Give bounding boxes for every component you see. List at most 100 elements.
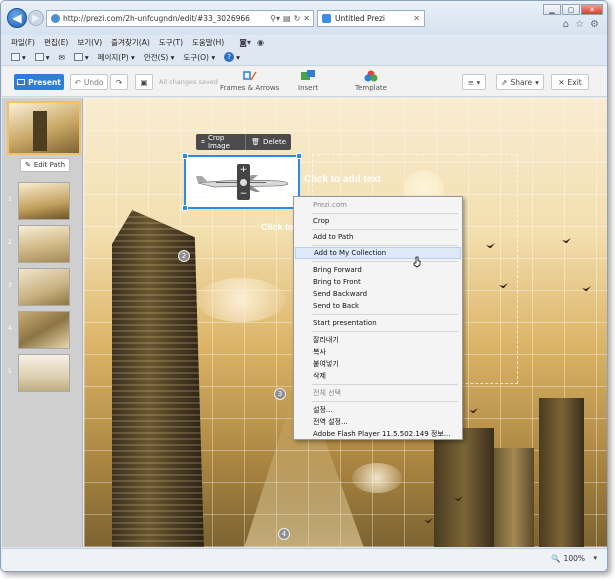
menu-tools[interactable]: 도구(T): [159, 37, 183, 48]
menu-help[interactable]: 도움말(H): [192, 37, 224, 48]
trash-icon: 🗑: [251, 138, 260, 146]
resize-handle[interactable]: [182, 153, 188, 159]
command-page[interactable]: 페이지(P) ▾: [98, 52, 135, 63]
menu-item-flash-info[interactable]: Adobe Flash Player 11.5.502.149 정보...: [295, 428, 461, 440]
redo-button[interactable]: ↷: [110, 74, 128, 90]
menu-item-add-to-collection[interactable]: Add to My Collection: [295, 247, 461, 259]
menu-item-add-to-path[interactable]: Add to Path: [295, 231, 461, 243]
more-menu-button[interactable]: ≡ ▾: [462, 74, 486, 90]
move-hand-icon[interactable]: [240, 178, 247, 186]
menu-item-delete[interactable]: 삭제: [295, 370, 461, 382]
menu-edit[interactable]: 편집(E): [44, 37, 68, 48]
delete-image-button[interactable]: 🗑 Delete: [246, 134, 291, 150]
menu-item-paste[interactable]: 붙여넣기: [295, 358, 461, 370]
zoom-dropdown-icon[interactable]: ▾: [593, 554, 597, 562]
menu-item-select-all[interactable]: 전체 선택: [295, 387, 461, 399]
path-marker-4[interactable]: 4: [278, 528, 290, 540]
frames-arrows-tool[interactable]: Frames & Arrows: [220, 70, 279, 92]
command-tools[interactable]: 도구(O) ▾: [183, 52, 215, 63]
menu-item-bring-forward[interactable]: Bring Forward: [295, 264, 461, 276]
minimize-button[interactable]: ▁: [543, 4, 561, 15]
path-thumbnail: [18, 311, 70, 349]
path-step-4[interactable]: 4: [6, 311, 78, 351]
menu-item-send-to-back[interactable]: Send to Back: [295, 300, 461, 312]
menu-item-send-backward[interactable]: Send Backward: [295, 288, 461, 300]
edit-path-button[interactable]: ✎ Edit Path: [20, 158, 70, 172]
compat-icon[interactable]: ◉: [257, 38, 264, 47]
extension-icon[interactable]: ◙▾: [239, 38, 251, 47]
share-icon: ⇗: [501, 77, 508, 87]
search-icon[interactable]: ⚲▾: [270, 14, 280, 23]
prezi-toolbar: Present ↶ Undo ↷ ▣ All changes saved Fra…: [2, 65, 607, 97]
command-bar: ▾ ▾ ✉ ▾ 페이지(P) ▾ 안전(S) ▾ 도구(O) ▾ ? ▾: [1, 50, 607, 64]
menu-item-copy[interactable]: 복사: [295, 346, 461, 358]
menu-file[interactable]: 파일(F): [11, 37, 35, 48]
compat-view-icon[interactable]: ▤: [283, 14, 291, 23]
path-step-1[interactable]: 1: [6, 182, 78, 222]
path-thumbnail: [18, 354, 70, 392]
background-cloud: [196, 278, 286, 322]
path-marker-3[interactable]: 3: [274, 388, 286, 400]
maximize-button[interactable]: ▢: [562, 4, 580, 15]
stop-icon[interactable]: ✕: [303, 14, 310, 23]
zoom-in-icon[interactable]: +: [240, 165, 248, 175]
forward-button[interactable]: ▶: [28, 10, 44, 26]
resize-handle[interactable]: [182, 205, 188, 211]
insert-tool[interactable]: Insert: [298, 70, 318, 92]
background-building: [539, 398, 584, 547]
tools-gear-icon[interactable]: ⚙: [590, 19, 599, 30]
command-safety[interactable]: 안전(S) ▾: [144, 52, 175, 63]
help-icon[interactable]: ? ▾: [224, 52, 240, 62]
menu-item-cut[interactable]: 잘라내기: [295, 334, 461, 346]
address-bar[interactable]: http://prezi.com/2h-unfcugndn/edit/#33_3…: [46, 10, 314, 27]
crop-icon: ⌗: [201, 137, 205, 146]
undo-button[interactable]: ↶ Undo: [70, 74, 108, 90]
text-placeholder[interactable]: Click to add text: [304, 174, 381, 185]
share-button[interactable]: ⇗ Share ▾: [496, 74, 544, 90]
exit-button[interactable]: ✕ Exit: [551, 74, 589, 90]
home-icon[interactable]: ⌂: [563, 19, 569, 30]
menu-item-start-presentation[interactable]: Start presentation: [295, 317, 461, 329]
screen-icon: [17, 79, 26, 85]
menu-favorites[interactable]: 즐겨찾기(A): [111, 37, 150, 48]
text-placeholder-2[interactable]: Click to: [261, 222, 294, 232]
refresh-icon[interactable]: ↻: [294, 14, 301, 23]
path-marker-2[interactable]: 2: [178, 250, 190, 262]
url-text[interactable]: http://prezi.com/2h-unfcugndn/edit/#33_3…: [63, 14, 270, 23]
close-window-button[interactable]: ✕: [581, 4, 603, 15]
overview-thumbnail[interactable]: [7, 101, 81, 155]
background-building: [494, 448, 534, 547]
browser-titlebar: ◀ ▶ http://prezi.com/2h-unfcugndn/edit/#…: [1, 1, 607, 35]
browser-window: ◀ ▶ http://prezi.com/2h-unfcugndn/edit/#…: [0, 0, 608, 572]
redo-icon: ↷: [115, 77, 123, 87]
mail-icon[interactable]: ✉: [59, 53, 65, 62]
zoom-out-icon[interactable]: −: [240, 189, 248, 199]
menu-item-settings[interactable]: 설정...: [295, 404, 461, 416]
menu-item-bring-to-front[interactable]: Bring to Front: [295, 276, 461, 288]
back-button[interactable]: ◀: [7, 8, 27, 28]
path-step-2[interactable]: 2: [6, 225, 78, 265]
zoom-level[interactable]: 🔍 100%: [551, 554, 585, 563]
crop-image-button[interactable]: ⌗ Crop Image: [196, 134, 245, 150]
menu-item-crop[interactable]: Crop: [295, 215, 461, 227]
path-sidebar: ✎ Edit Path 1 2 3 4 5: [2, 98, 83, 547]
path-step-3[interactable]: 3: [6, 268, 78, 308]
status-bar: 🔍 100% ▾: [2, 548, 607, 571]
print-icon[interactable]: ▾: [73, 53, 89, 62]
feeds-icon[interactable]: ▾: [34, 53, 50, 62]
site-icon: [51, 14, 60, 23]
resize-handle[interactable]: [296, 153, 302, 159]
image-zoom-control[interactable]: + −: [237, 164, 250, 200]
path-step-5[interactable]: 5: [6, 354, 78, 394]
save-button[interactable]: ▣: [135, 74, 153, 90]
favorites-star-icon[interactable]: ☆: [575, 19, 584, 30]
home-page-icon[interactable]: ▾: [11, 53, 26, 62]
menu-view[interactable]: 보기(V): [77, 37, 102, 48]
tab-close-icon[interactable]: ✕: [413, 14, 420, 23]
browser-tab[interactable]: Untitled Prezi ✕: [317, 10, 425, 27]
selected-image[interactable]: + −: [182, 153, 302, 211]
present-button[interactable]: Present: [14, 74, 64, 90]
menu-item-global-settings[interactable]: 전역 설정...: [295, 416, 461, 428]
template-tool[interactable]: Template: [355, 70, 387, 92]
close-icon: ✕: [558, 77, 565, 87]
